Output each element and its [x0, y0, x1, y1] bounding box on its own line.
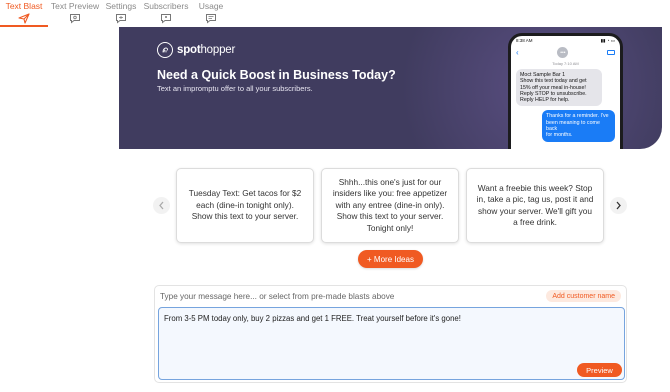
carousel-next-button[interactable] — [610, 197, 627, 214]
logo-text-bold: spot — [177, 44, 201, 56]
chat-settings-icon — [116, 14, 126, 24]
add-customer-name-button[interactable]: Add customer name — [546, 290, 621, 302]
outgoing-message-bubble: Thanks for a reminder. I've been meaning… — [542, 110, 615, 142]
video-icon — [606, 50, 615, 55]
message-textarea[interactable]: From 3-5 PM today only, buy 2 pizzas and… — [158, 307, 625, 380]
banner-subtitle: Text an impromptu offer to all your subs… — [157, 84, 313, 93]
chat-usage-icon — [206, 14, 216, 24]
chat-preview-icon — [70, 14, 80, 24]
tab-bar: Text Blast Text Preview Settings Subscri… — [0, 0, 670, 27]
send-icon — [18, 13, 30, 24]
tab-text-blast[interactable]: Text Blast — [0, 0, 48, 27]
phone-signal-icon: ▮▮ ◔ ▭ — [600, 37, 615, 43]
tab-text-preview[interactable]: Text Preview — [48, 0, 102, 27]
chevron-left-icon: ‹ — [516, 48, 519, 57]
chat-subscribers-icon — [161, 14, 171, 24]
composer-label: Type your message here... or select from… — [160, 292, 395, 301]
promo-banner: spothopper Need a Quick Boost in Busines… — [119, 27, 662, 149]
incoming-line: Reply HELP for help. — [520, 97, 570, 104]
tab-text-preview-label: Text Preview — [50, 1, 100, 11]
more-ideas-button[interactable]: + More Ideas — [358, 250, 423, 268]
logo-mark-icon — [157, 42, 173, 58]
tab-usage-label: Usage — [198, 1, 224, 11]
chevron-left-icon — [159, 201, 164, 210]
tab-subscribers[interactable]: Subscribers — [140, 0, 192, 27]
logo-text: spothopper — [177, 44, 235, 56]
avatar: ••• — [557, 47, 569, 58]
idea-card[interactable]: Want a freebie this week? Stop in, take … — [466, 168, 604, 243]
outgoing-line: Thanks for a reminder. I've — [546, 113, 609, 120]
carousel-prev-button[interactable] — [153, 197, 170, 214]
tab-text-blast-label: Text Blast — [5, 1, 43, 11]
phone-header: ‹ ••• — [511, 45, 620, 60]
preview-button[interactable]: Preview — [577, 363, 622, 377]
phone-status-time: 8:38 AM — [516, 38, 533, 43]
thread-timestamp: Today 7:10 AM — [552, 61, 579, 66]
ideas-carousel: Tuesday Text: Get tacos for $2 each (din… — [151, 168, 635, 243]
phone-status-bar: 8:38 AM ▮▮ ◔ ▭ — [511, 36, 620, 45]
tab-settings[interactable]: Settings — [102, 0, 140, 27]
outgoing-line: been meaning to come back — [546, 119, 600, 133]
phone-mockup: 8:38 AM ▮▮ ◔ ▭ ‹ ••• Today 7:10 AM Moct … — [508, 33, 623, 149]
banner-title: Need a Quick Boost in Business Today? — [157, 68, 396, 82]
idea-card[interactable]: Shhh...this one's just for our insiders … — [321, 168, 459, 243]
outgoing-line: for months. — [546, 132, 573, 139]
incoming-line: Show this text today and get — [520, 78, 587, 85]
tab-usage[interactable]: Usage — [192, 0, 230, 27]
logo-text-light: hopper — [200, 44, 236, 56]
spothopper-logo: spothopper — [157, 42, 235, 58]
tab-subscribers-label: Subscribers — [143, 1, 189, 11]
message-composer: Type your message here... or select from… — [154, 285, 627, 383]
tab-settings-label: Settings — [105, 1, 137, 11]
idea-card[interactable]: Tuesday Text: Get tacos for $2 each (din… — [176, 168, 314, 243]
chevron-right-icon — [616, 201, 621, 210]
incoming-message-bubble: Moct Sample Bar 1 Show this text today a… — [516, 69, 602, 107]
